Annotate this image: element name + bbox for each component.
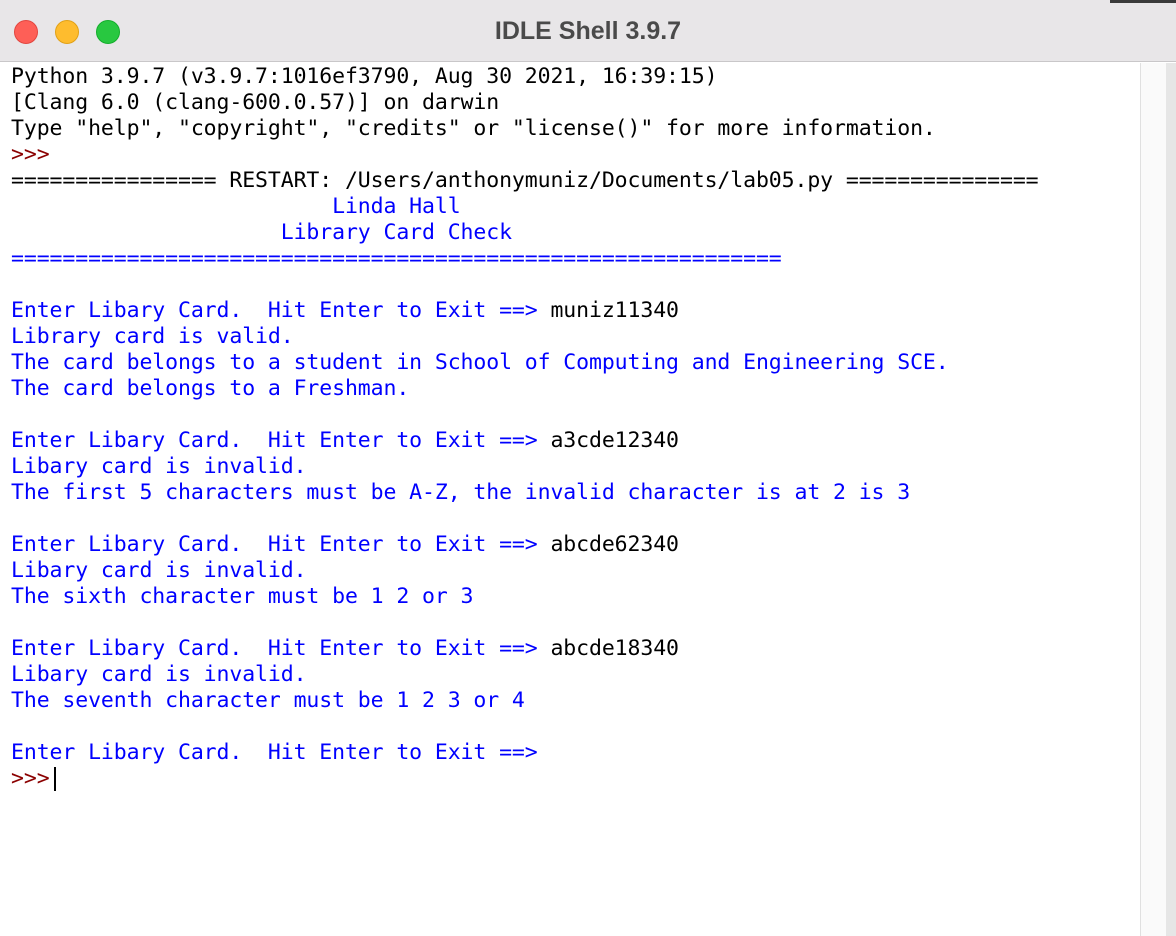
output-line: The first 5 characters must be A-Z, the … [11, 480, 911, 505]
input-prompt: Enter Libary Card. Hit Enter to Exit ==> [11, 636, 551, 661]
input-line: Enter Libary Card. Hit Enter to Exit ==>… [11, 532, 679, 558]
output-line: The card belongs to a student in School … [11, 350, 949, 375]
background-window-strip [1166, 63, 1176, 936]
restart-line: ================ RESTART: /Users/anthony… [11, 168, 1039, 193]
output-line: Library card is valid. [11, 324, 294, 349]
input-prompt: Enter Libary Card. Hit Enter to Exit ==> [11, 298, 551, 323]
user-input[interactable]: a3cde12340 [550, 428, 679, 453]
current-prompt-line[interactable]: >>> [11, 766, 56, 792]
input-line: Enter Libary Card. Hit Enter to Exit ==>… [11, 636, 679, 662]
input-prompt: Enter Libary Card. Hit Enter to Exit ==> [11, 428, 551, 453]
shell-prompt: >>> [11, 142, 50, 167]
program-header-title: Library Card Check [11, 220, 512, 245]
input-prompt: Enter Libary Card. Hit Enter to Exit ==> [11, 532, 551, 557]
user-input[interactable]: abcde62340 [550, 532, 679, 557]
program-header-name: Linda Hall [11, 194, 461, 219]
background-edge [1110, 0, 1176, 3]
final-input-prompt: Enter Libary Card. Hit Enter to Exit ==> [11, 740, 538, 765]
user-input[interactable]: muniz11340 [550, 298, 679, 323]
output-line: Libary card is invalid. [11, 558, 307, 583]
text-cursor [53, 767, 56, 791]
banner-compiler-line: [Clang 6.0 (clang-600.0.57)] on darwin [11, 90, 500, 115]
input-line: Enter Libary Card. Hit Enter to Exit ==>… [11, 298, 679, 324]
shell-prompt: >>> [11, 766, 50, 791]
program-header-rule: ========================================… [11, 246, 782, 271]
user-input[interactable]: abcde18340 [550, 636, 679, 661]
output-line: Libary card is invalid. [11, 454, 307, 479]
output-line: The card belongs to a Freshman. [11, 376, 410, 401]
output-line: The seventh character must be 1 2 3 or 4 [11, 688, 525, 713]
banner-version-line: Python 3.9.7 (v3.9.7:1016ef3790, Aug 30 … [11, 64, 718, 89]
output-line: The sixth character must be 1 2 or 3 [11, 584, 474, 609]
input-line: Enter Libary Card. Hit Enter to Exit ==>… [11, 428, 679, 454]
banner-help-line: Type "help", "copyright", "credits" or "… [11, 116, 936, 141]
window-title: IDLE Shell 3.9.7 [494, 17, 682, 45]
window-titlebar[interactable]: IDLE Shell 3.9.7 [0, 0, 1176, 62]
output-line: Libary card is invalid. [11, 662, 307, 687]
